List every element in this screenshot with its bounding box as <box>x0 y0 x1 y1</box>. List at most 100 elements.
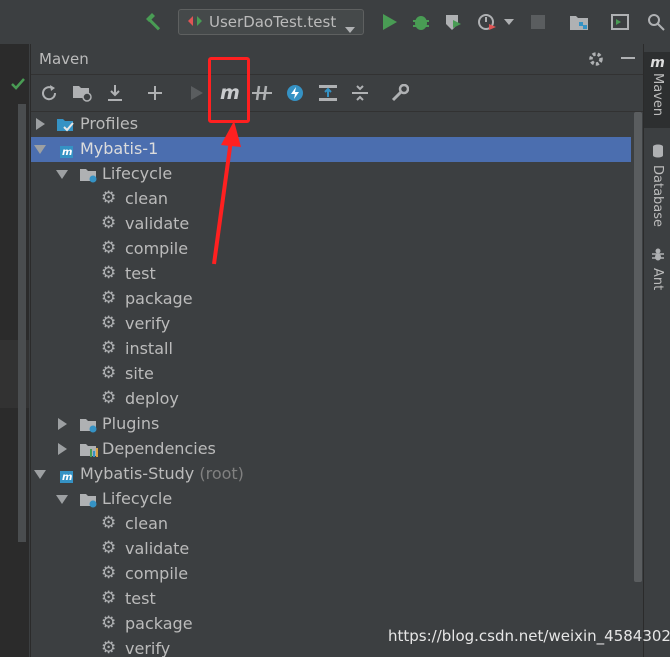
build-hammer-icon[interactable] <box>142 11 164 33</box>
lifecycle-phase[interactable]: ⚙ test <box>31 587 631 612</box>
panel-title: Maven <box>39 50 89 68</box>
stop-icon[interactable] <box>528 12 548 32</box>
lifecycle-phase[interactable]: ⚙ compile <box>31 237 631 262</box>
collapse-arrow-icon[interactable] <box>34 145 46 154</box>
download-icon[interactable] <box>105 83 125 103</box>
tree-scrollbar[interactable] <box>634 112 642 582</box>
annotation-highlight-box <box>208 57 250 123</box>
chevron-down-icon <box>345 19 355 38</box>
generate-sources-icon[interactable] <box>71 83 93 103</box>
phase-label: test <box>125 589 156 608</box>
skip-tests-icon[interactable] <box>285 83 305 103</box>
lifecycle-phase[interactable]: ⚙ install <box>31 337 631 362</box>
root-suffix: (root) <box>199 464 244 483</box>
profiler-icon[interactable] <box>476 11 498 33</box>
right-tool-strip: m Maven Database Ant <box>643 44 670 657</box>
phase-label: clean <box>125 189 169 208</box>
lifecycle-phase[interactable]: ⚙ clean <box>31 187 631 212</box>
minimize-icon[interactable] <box>618 49 638 69</box>
gear-icon: ⚙ <box>101 263 117 283</box>
lifecycle-phase[interactable]: ⚙ clean <box>31 512 631 537</box>
tree-item-label: Dependencies <box>102 439 216 458</box>
phase-label: install <box>125 339 173 358</box>
tab-label: Database <box>650 165 665 228</box>
gear-icon: ⚙ <box>101 188 117 208</box>
project-structure-icon[interactable] <box>568 11 590 33</box>
project-name: Mybatis-Study <box>80 464 195 483</box>
tree-item-dependencies[interactable]: Dependencies <box>31 437 631 462</box>
tree-item-plugins[interactable]: Plugins <box>31 412 631 437</box>
profiles-icon <box>55 115 77 135</box>
collapse-arrow-icon[interactable] <box>34 470 46 479</box>
gear-icon: ⚙ <box>101 213 117 233</box>
tree-item-project-mybatis-study[interactable]: m Mybatis-Study (root) <box>31 462 631 487</box>
wrench-icon[interactable] <box>389 83 411 103</box>
tree-item-profiles[interactable]: Profiles <box>31 112 631 137</box>
phase-label: verify <box>125 639 171 657</box>
lifecycle-phase[interactable]: ⚙ test <box>31 262 631 287</box>
coverage-icon[interactable] <box>442 11 464 33</box>
add-icon[interactable] <box>145 83 165 103</box>
phase-label: validate <box>125 539 190 558</box>
panel-header: Maven <box>31 44 643 75</box>
watermark: https://blog.csdn.net/weixin_45843025 <box>388 627 670 645</box>
gear-icon: ⚙ <box>101 513 117 533</box>
junit-config-icon <box>187 13 203 32</box>
lifecycle-phase[interactable]: ⚙ deploy <box>31 387 631 412</box>
collapse-all-icon[interactable] <box>349 83 371 103</box>
phase-label: compile <box>125 564 189 583</box>
tab-label: Maven <box>650 73 665 117</box>
tab-label: Ant <box>650 268 665 291</box>
maven-projects-tree: Profiles m Mybatis-1 Lifecycle ⚙ clean ⚙ v… <box>31 112 631 657</box>
editor-gutter <box>0 44 29 657</box>
run-configuration-select[interactable]: UserDaoTest.test <box>178 9 364 35</box>
lifecycle-phase[interactable]: ⚙ compile <box>31 562 631 587</box>
database-icon <box>652 143 664 162</box>
lifecycle-phase[interactable]: ⚙ site <box>31 362 631 387</box>
svg-text:m: m <box>62 147 72 158</box>
tree-item-label: Lifecycle <box>102 489 173 508</box>
reload-icon[interactable] <box>39 83 59 103</box>
lifecycle-phase[interactable]: ⚙ validate <box>31 537 631 562</box>
run-icon[interactable] <box>187 83 207 103</box>
dependencies-folder-icon <box>78 440 100 460</box>
expand-arrow-icon[interactable] <box>58 443 67 455</box>
terminal-icon[interactable] <box>609 11 631 33</box>
check-icon <box>10 76 26 92</box>
expand-arrow-icon[interactable] <box>36 118 45 130</box>
lifecycle-phase[interactable]: ⚙ verify <box>31 312 631 337</box>
search-icon[interactable] <box>645 11 667 33</box>
chevron-down-icon[interactable] <box>503 16 515 28</box>
gear-icon: ⚙ <box>101 363 117 383</box>
editor-scrollbar[interactable] <box>18 104 26 542</box>
gear-icon: ⚙ <box>101 588 117 608</box>
tree-item-label: Mybatis-1 <box>80 139 159 158</box>
expand-arrow-icon[interactable] <box>58 418 67 430</box>
gear-icon: ⚙ <box>101 238 117 258</box>
plugins-folder-icon <box>78 415 100 435</box>
phase-label: clean <box>125 514 169 533</box>
show-dependencies-icon[interactable] <box>317 83 339 103</box>
tab-ant[interactable]: Ant <box>644 244 670 294</box>
gear-icon[interactable] <box>586 49 606 69</box>
ant-icon <box>651 246 665 265</box>
tree-item-lifecycle[interactable]: Lifecycle <box>31 487 631 512</box>
lifecycle-phase[interactable]: ⚙ validate <box>31 212 631 237</box>
tree-item-lifecycle[interactable]: Lifecycle <box>31 162 631 187</box>
debug-icon[interactable] <box>410 11 432 33</box>
toggle-offline-icon[interactable] <box>251 83 273 103</box>
run-icon[interactable] <box>380 12 400 32</box>
svg-text:m: m <box>62 472 72 483</box>
tree-item-project-mybatis-1[interactable]: m Mybatis-1 <box>31 137 631 162</box>
tree-item-label: Plugins <box>102 414 160 433</box>
top-toolbar: UserDaoTest.test <box>0 0 670 44</box>
lifecycle-folder-icon <box>78 490 100 510</box>
lifecycle-phase[interactable]: ⚙ package <box>31 287 631 312</box>
collapse-arrow-icon[interactable] <box>56 495 68 504</box>
tree-item-label: Lifecycle <box>102 164 173 183</box>
tab-maven[interactable]: m Maven <box>644 52 670 128</box>
gear-icon: ⚙ <box>101 288 117 308</box>
collapse-arrow-icon[interactable] <box>56 170 68 179</box>
tab-database[interactable]: Database <box>644 140 670 228</box>
gear-icon: ⚙ <box>101 338 117 358</box>
